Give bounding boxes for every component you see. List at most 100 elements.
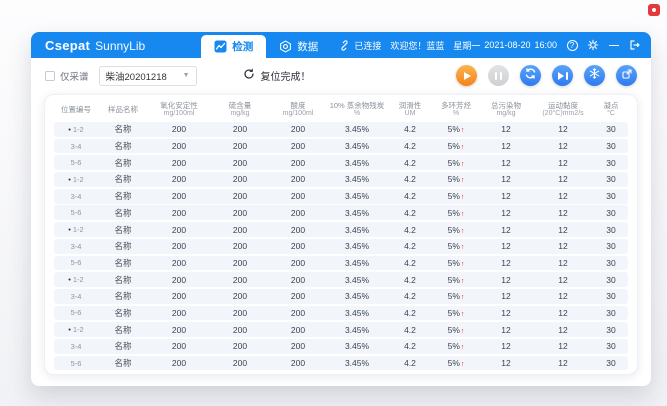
value-cell: 4.2: [388, 341, 432, 351]
value-cell: 200: [270, 158, 326, 168]
toolbar: 仅采谱 柴油20201218 ▼ 复位完成！: [31, 58, 651, 93]
bullet-marker-icon: •: [68, 225, 71, 234]
sample-select[interactable]: 柴油20201218 ▼: [99, 66, 197, 86]
value-cell: 200: [270, 258, 326, 268]
position-cell: •1-2: [54, 325, 98, 334]
value-cell: 200: [148, 275, 210, 285]
export-icon: [621, 67, 633, 85]
position-cell: •1-2: [54, 175, 98, 184]
table-row[interactable]: 3-4名称2002002003.45%4.25%↑121230: [54, 189, 628, 204]
table-row[interactable]: 5-6名称2002002003.45%4.25%↑121230: [54, 256, 628, 271]
link-icon: [338, 39, 350, 51]
value-cell: 3.45%: [326, 341, 388, 351]
table-row[interactable]: •1-2名称2002002003.45%4.25%↑121230: [54, 272, 628, 287]
app-header: Csepat SunnyLib 检测 数据 已连接: [31, 32, 651, 58]
value-cell: 4.2: [388, 308, 432, 318]
minimize-icon[interactable]: —: [608, 39, 620, 51]
data-hexagon-icon: [279, 40, 292, 53]
alert-up-icon: ↑: [461, 294, 465, 301]
sample-name-cell: 名称: [98, 257, 148, 269]
tab-detection[interactable]: 检测: [201, 35, 266, 58]
sample-name-cell: 名称: [98, 123, 148, 135]
position-cell: 5-6: [54, 158, 98, 167]
value-cell: 200: [270, 308, 326, 318]
column-header: 位置编号: [54, 105, 98, 114]
table-row[interactable]: 3-4名称2002002003.45%4.25%↑121230: [54, 139, 628, 154]
bullet-marker-icon: •: [68, 125, 71, 134]
value-cell: 5%↑: [432, 358, 480, 368]
pause-button[interactable]: [488, 65, 509, 86]
value-cell: 12: [480, 208, 532, 218]
value-cell: 200: [210, 141, 270, 151]
value-cell: 4.2: [388, 275, 432, 285]
value-cell: 4.2: [388, 325, 432, 335]
sync-icon: [524, 67, 537, 85]
value-cell: 12: [480, 308, 532, 318]
value-cell: 200: [210, 208, 270, 218]
table-row[interactable]: •1-2名称2002002003.45%4.25%↑121230: [54, 222, 628, 237]
value-cell: 4.2: [388, 358, 432, 368]
value-cell: 5%↑: [432, 275, 480, 285]
weekday-text: 星期一: [453, 39, 480, 52]
table-row[interactable]: 5-6名称2002002003.45%4.25%↑121230: [54, 205, 628, 220]
skip-to-end-icon: [557, 72, 567, 80]
value-cell: 4.2: [388, 291, 432, 301]
value-cell: 200: [270, 291, 326, 301]
tab-label: 数据: [297, 39, 318, 54]
value-cell: 12: [532, 208, 594, 218]
table-row[interactable]: 5-6名称2002002003.45%4.25%↑121230: [54, 155, 628, 170]
table-row[interactable]: •1-2名称2002002003.45%4.25%↑121230: [54, 122, 628, 137]
value-cell: 200: [210, 341, 270, 351]
reset-status[interactable]: 复位完成！: [243, 67, 311, 85]
value-cell: 3.45%: [326, 241, 388, 251]
value-cell: 3.45%: [326, 275, 388, 285]
value-cell: 3.45%: [326, 225, 388, 235]
value-cell: 30: [594, 191, 628, 201]
alert-up-icon: ↑: [461, 144, 465, 151]
alert-up-icon: ↑: [461, 344, 465, 351]
position-cell: 3-4: [54, 342, 98, 351]
exit-icon[interactable]: [629, 39, 641, 51]
table-row[interactable]: •1-2名称2002002003.45%4.25%↑121230: [54, 172, 628, 187]
value-cell: 12: [480, 358, 532, 368]
chevron-down-icon: ▼: [183, 72, 190, 79]
table-row[interactable]: 3-4名称2002002003.45%4.25%↑121230: [54, 239, 628, 254]
column-header: 运动黏度(20°C)mm2/s: [532, 101, 594, 118]
table-row[interactable]: 3-4名称2002002003.45%4.25%↑121230: [54, 289, 628, 304]
datetime: 星期一 2021-08-20 16:00: [453, 39, 557, 52]
value-cell: 30: [594, 241, 628, 251]
skip-button[interactable]: [552, 65, 573, 86]
freeze-button[interactable]: [584, 65, 605, 86]
position-cell: 5-6: [54, 308, 98, 317]
value-cell: 12: [532, 258, 594, 268]
value-cell: 3.45%: [326, 158, 388, 168]
position-cell: •1-2: [54, 125, 98, 134]
table-row[interactable]: 5-6名称2002002003.45%4.25%↑121230: [54, 306, 628, 321]
sample-name-cell: 名称: [98, 340, 148, 352]
start-button[interactable]: [456, 65, 477, 86]
sync-button[interactable]: [520, 65, 541, 86]
value-cell: 200: [210, 124, 270, 134]
value-cell: 200: [270, 341, 326, 351]
value-cell: 5%↑: [432, 258, 480, 268]
value-cell: 200: [270, 275, 326, 285]
value-cell: 12: [480, 225, 532, 235]
export-button[interactable]: [616, 65, 637, 86]
value-cell: 12: [480, 158, 532, 168]
value-cell: 200: [148, 174, 210, 184]
settings-gear-icon[interactable]: [587, 39, 599, 51]
table-row[interactable]: 3-4名称2002002003.45%4.25%↑121230: [54, 339, 628, 354]
tab-data[interactable]: 数据: [266, 35, 331, 58]
position-cell: •1-2: [54, 275, 98, 284]
value-cell: 200: [210, 158, 270, 168]
bullet-marker-icon: •: [68, 175, 71, 184]
spectrum-only-checkbox[interactable]: [45, 71, 55, 81]
table-row[interactable]: •1-2名称2002002003.45%4.25%↑121230: [54, 322, 628, 337]
value-cell: 5%↑: [432, 308, 480, 318]
value-cell: 12: [532, 358, 594, 368]
position-cell: 3-4: [54, 292, 98, 301]
sample-select-value: 柴油20201218: [106, 69, 167, 83]
value-cell: 3.45%: [326, 325, 388, 335]
table-row[interactable]: 5-6名称2002002003.45%4.25%↑121230: [54, 356, 628, 371]
help-icon[interactable]: ?: [566, 39, 578, 51]
